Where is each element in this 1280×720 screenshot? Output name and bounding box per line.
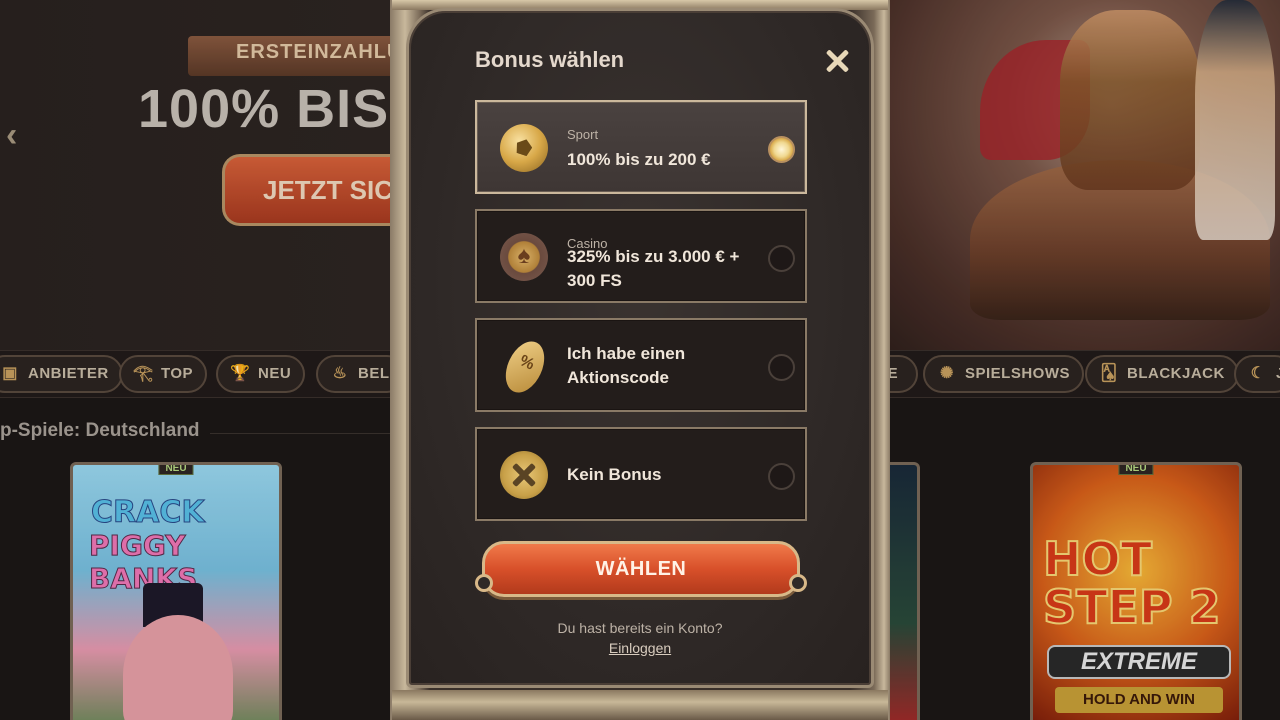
bonus-option-sport[interactable]: Sport 100% bis zu 200 € — [475, 100, 807, 194]
bonus-option-casino[interactable]: Casino 325% bis zu 3.000 € + 300 FS — [475, 209, 807, 303]
option-label: 100% bis zu 200 € — [567, 150, 711, 169]
login-link-wrapper: Einloggen — [406, 640, 874, 656]
casino-chip-icon — [500, 233, 548, 281]
option-label: 325% bis zu 3.000 € + 300 FS — [567, 247, 740, 290]
option-radio[interactable] — [768, 245, 795, 272]
modal-frame-bottom — [392, 690, 888, 720]
option-label: Kein Bonus — [567, 465, 662, 484]
option-subtitle: Sport — [567, 127, 599, 142]
bonus-option-none[interactable]: Kein Bonus — [475, 427, 807, 521]
soccer-ball-icon — [500, 124, 548, 172]
close-icon[interactable] — [822, 46, 852, 76]
bonus-option-promo-code[interactable]: Ich habe einen Aktionscode — [475, 318, 807, 412]
option-radio[interactable] — [768, 136, 795, 163]
modal-title: Bonus wählen — [475, 47, 625, 72]
choose-button-label: WÄHLEN — [595, 558, 687, 580]
option-label: Ich habe einen Aktionscode — [567, 344, 686, 387]
no-bonus-icon — [500, 451, 548, 499]
option-radio[interactable] — [768, 354, 795, 381]
ornament-left — [475, 574, 493, 592]
promo-ticket-icon — [498, 335, 552, 399]
account-prompt: Du hast bereits ein Konto? — [557, 620, 723, 636]
login-link[interactable]: Einloggen — [609, 640, 671, 656]
choose-bonus-button[interactable]: WÄHLEN — [475, 541, 807, 597]
ornament-right — [789, 574, 807, 592]
option-radio[interactable] — [768, 463, 795, 490]
